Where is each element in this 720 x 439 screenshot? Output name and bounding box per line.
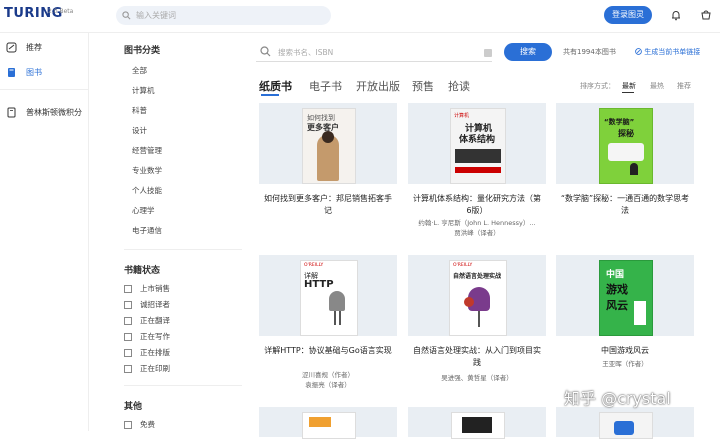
book-cover: “数学脑” 探秘 — [556, 103, 694, 184]
clear-icon[interactable] — [484, 49, 492, 57]
sort-label: 排序方式： — [580, 82, 615, 90]
global-search-placeholder: 输入关键词 — [136, 11, 176, 20]
book-cover — [408, 407, 546, 439]
category-item[interactable]: 个人技能 — [132, 185, 162, 196]
tab-paper-books[interactable]: 纸质书 — [259, 78, 292, 94]
book-title[interactable]: 自然语言处理实战：从入门到项目实践 — [412, 345, 542, 369]
status-checkbox[interactable]: 诚招译者 — [124, 299, 170, 310]
sort-newest[interactable]: 最新 — [622, 81, 636, 91]
tab-presale[interactable]: 预售 — [412, 78, 434, 94]
book-title[interactable]: 如何找到更多客户：邦尼销售拓客手记 — [263, 193, 393, 217]
category-item[interactable]: 设计 — [132, 125, 147, 136]
active-sort-indicator — [622, 92, 634, 93]
turing-logo[interactable]: TURING 2.0 Beta — [4, 6, 73, 21]
book-author: 约翰·L. 亨尼斯（John L. Hennessy）... — [418, 219, 536, 227]
nav-label: 图书 — [26, 67, 42, 77]
search-icon — [260, 46, 271, 57]
book-author: 袁振亮（译者） — [305, 381, 351, 389]
book-author: 王亚晖（作者） — [602, 360, 648, 368]
nav-divider — [0, 89, 88, 90]
other-title: 其他 — [124, 402, 143, 412]
tab-early-read[interactable]: 抢读 — [448, 78, 470, 94]
global-search-input[interactable]: 输入关键词 — [116, 6, 331, 25]
filter-divider — [124, 385, 242, 386]
book-icon — [8, 67, 15, 77]
book-title[interactable]: “数学脑”探秘：一通百通的数学思考法 — [560, 193, 690, 217]
status-checkbox[interactable]: 正在印刷 — [124, 363, 170, 374]
nav-item-calculus[interactable]: 普林斯顿微积分 — [6, 104, 82, 120]
book-cover — [259, 407, 397, 439]
book-search-placeholder: 搜索书名、ISBN — [278, 48, 334, 57]
book-cover: 如何找到 更多客户 — [259, 103, 397, 184]
login-button[interactable]: 登录图灵 — [604, 6, 652, 24]
watermark: 知乎 @crystal — [564, 389, 671, 408]
category-item[interactable]: 经营管理 — [132, 145, 162, 156]
status-title: 书籍状态 — [124, 266, 161, 276]
book-author: 吴进强、黄哲星（译者） — [441, 374, 513, 382]
category-item[interactable]: 电子通信 — [132, 225, 162, 236]
status-checkbox[interactable]: 正在翻译 — [124, 315, 170, 326]
active-tab-indicator — [261, 94, 279, 96]
book-cover: 计算机 计算机 体系结构 — [408, 103, 546, 184]
generate-list-link[interactable]: 生成当前书单链接 — [635, 47, 700, 57]
category-title: 图书分类 — [124, 46, 161, 56]
book-image — [302, 412, 356, 439]
book-image: “数学脑” 探秘 — [599, 108, 653, 184]
top-bar: TURING 2.0 Beta 输入关键词 登录图灵 — [0, 0, 720, 33]
book-cover: O'REILLY 详解 HTTP — [259, 255, 397, 336]
category-item[interactable]: 专业数学 — [132, 165, 162, 176]
link-icon — [635, 48, 642, 55]
book-image: O'REILLY 详解 HTTP — [300, 260, 358, 336]
book-title[interactable]: 详解HTTP：协议基础与Go语言实现 — [263, 345, 393, 357]
version-label: 2.0 Beta — [48, 8, 74, 15]
book-title[interactable]: 计算机体系结构：量化研究方法（第6版） — [412, 193, 542, 217]
bell-icon[interactable] — [670, 9, 682, 21]
tab-open-publishing[interactable]: 开放出版 — [356, 78, 400, 94]
tab-ebooks[interactable]: 电子书 — [309, 78, 342, 94]
nav-item-books[interactable]: 图书 — [6, 64, 42, 80]
book-image — [451, 412, 505, 439]
book-search-input[interactable]: 搜索书名、ISBN — [256, 43, 492, 62]
book-cover: 中国 游戏 风云 — [556, 255, 694, 336]
category-item[interactable]: 心理学 — [132, 205, 155, 216]
category-item[interactable]: 全部 — [132, 65, 147, 76]
status-checkbox[interactable]: 正在写作 — [124, 331, 170, 342]
recommend-icon — [6, 42, 17, 52]
category-item[interactable]: 计算机 — [132, 85, 155, 96]
book-outline-icon — [7, 107, 16, 117]
main-content: 搜索书名、ISBN 搜索 共有1994本图书 生成当前书单链接 纸质书 电子书 … — [250, 33, 720, 439]
free-checkbox[interactable]: 免费 — [124, 419, 155, 430]
book-image: O'REILLY 自然语言处理实战 — [449, 260, 507, 336]
nav-label: 普林斯顿微积分 — [26, 107, 82, 117]
book-image — [599, 412, 653, 439]
search-button[interactable]: 搜索 — [504, 43, 552, 61]
book-cover — [556, 407, 694, 439]
book-image: 计算机 计算机 体系结构 — [450, 108, 506, 184]
left-nav: 推荐 图书 普林斯顿微积分 — [0, 33, 89, 431]
sort-recommended[interactable]: 推荐 — [677, 81, 691, 91]
book-image: 中国 游戏 风云 — [599, 260, 653, 336]
nav-item-recommend[interactable]: 推荐 — [6, 39, 42, 55]
category-item[interactable]: 科普 — [132, 105, 147, 116]
book-title[interactable]: 中国游戏风云 — [560, 345, 690, 357]
cart-icon[interactable] — [700, 9, 712, 21]
sort-hottest[interactable]: 最热 — [650, 81, 664, 91]
nav-label: 推荐 — [26, 42, 42, 52]
status-checkbox[interactable]: 上市销售 — [124, 283, 170, 294]
book-cover: O'REILLY 自然语言处理实战 — [408, 255, 546, 336]
book-image: 如何找到 更多客户 — [302, 108, 356, 184]
search-icon — [122, 11, 131, 20]
book-author: 贾洪峰（译者） — [454, 229, 500, 237]
status-checkbox[interactable]: 正在排版 — [124, 347, 170, 358]
filter-divider — [124, 249, 242, 250]
book-author: 涩川喜规（作者） — [302, 371, 354, 379]
book-count: 共有1994本图书 — [563, 48, 616, 56]
